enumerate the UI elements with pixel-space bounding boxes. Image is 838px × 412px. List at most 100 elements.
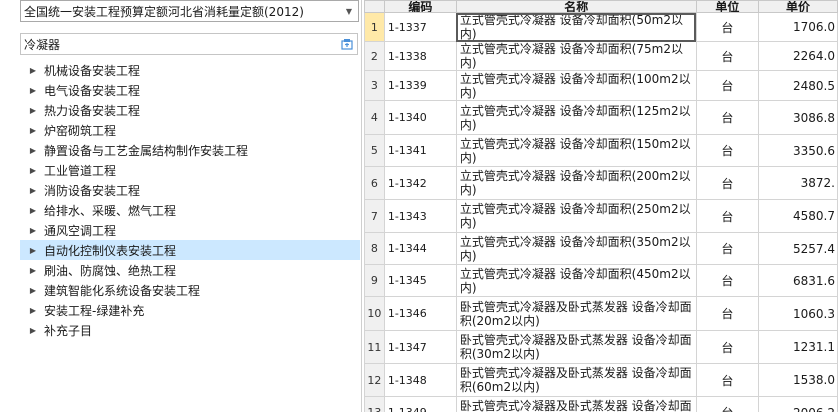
unit-cell[interactable]: 台: [695, 264, 760, 297]
table-row[interactable]: 11 1-1347 卧式管壳式冷凝器及卧式蒸发器 设备冷却面积(30m2以内) 台 12…: [364, 330, 838, 364]
unit-cell[interactable]: 台: [695, 100, 760, 135]
price-cell[interactable]: 6831.6: [758, 264, 838, 297]
table-row[interactable]: 2 1-1338 立式管壳式冷凝器 设备冷却面积(75m2以内) 台 2264.0: [364, 41, 838, 71]
quota-name-cell[interactable]: 立式管壳式冷凝器 设备冷却面积(200m2以内): [455, 166, 697, 200]
quota-name-cell[interactable]: 立式管壳式冷凝器 设备冷却面积(50m2以内): [455, 12, 697, 42]
table-row[interactable]: 12 1-1348 卧式管壳式冷凝器及卧式蒸发器 设备冷却面积(60m2以内) 台 15…: [364, 363, 838, 397]
table-row[interactable]: 3 1-1339 立式管壳式冷凝器 设备冷却面积(100m2以内) 台 2480.5: [364, 70, 838, 101]
quota-code-cell[interactable]: 1-1344: [383, 232, 457, 265]
table-row[interactable]: 8 1-1344 立式管壳式冷凝器 设备冷却面积(350m2以内) 台 5257.4: [364, 232, 838, 265]
tree-item[interactable]: ▶ 建筑智能化系统设备安装工程: [20, 280, 360, 300]
quota-name-cell[interactable]: 立式管壳式冷凝器 设备冷却面积(125m2以内): [455, 100, 697, 135]
quota-name-cell[interactable]: 立式管壳式冷凝器 设备冷却面积(100m2以内): [455, 70, 697, 101]
expand-arrow-icon[interactable]: ▶: [20, 166, 42, 175]
quota-code-cell[interactable]: 1-1348: [383, 363, 457, 397]
quota-code-cell[interactable]: 1-1349: [383, 396, 457, 412]
tree-item[interactable]: ▶ 通风空调工程: [20, 220, 360, 240]
quota-name-cell[interactable]: 立式管壳式冷凝器 设备冷却面积(75m2以内): [455, 41, 697, 71]
price-cell[interactable]: 1538.0: [758, 363, 838, 397]
expand-arrow-icon[interactable]: ▶: [20, 106, 42, 115]
quota-name-cell[interactable]: 卧式管壳式冷凝器及卧式蒸发器 设备冷却面积(30m2以内): [455, 330, 697, 364]
table-row[interactable]: 5 1-1341 立式管壳式冷凝器 设备冷却面积(150m2以内) 台 3350.6: [364, 134, 838, 167]
row-number[interactable]: 10: [364, 296, 385, 331]
tree-item[interactable]: ▶ 机械设备安装工程: [20, 60, 360, 80]
unit-cell[interactable]: 台: [695, 166, 760, 200]
header-name[interactable]: 名称: [455, 0, 697, 13]
unit-cell[interactable]: 台: [695, 330, 760, 364]
row-number[interactable]: 6: [364, 166, 385, 200]
expand-arrow-icon[interactable]: ▶: [20, 66, 42, 75]
quota-name-cell[interactable]: 卧式管壳式冷凝器及卧式蒸发器 设备冷却面积(80m2以内): [455, 396, 697, 412]
row-number[interactable]: 2: [364, 41, 385, 71]
tree-item[interactable]: ▶ 工业管道工程: [20, 160, 360, 180]
tree-item[interactable]: ▶ 热力设备安装工程: [20, 100, 360, 120]
tree-item[interactable]: ▶ 补充子目: [20, 320, 360, 340]
quota-code-cell[interactable]: 1-1342: [383, 166, 457, 200]
row-number[interactable]: 11: [364, 330, 385, 364]
row-number[interactable]: 4: [364, 100, 385, 135]
quota-name-cell[interactable]: 立式管壳式冷凝器 设备冷却面积(450m2以内): [455, 264, 697, 297]
table-row[interactable]: 6 1-1342 立式管壳式冷凝器 设备冷却面积(200m2以内) 台 3872.: [364, 166, 838, 200]
quota-name-cell[interactable]: 卧式管壳式冷凝器及卧式蒸发器 设备冷却面积(60m2以内): [455, 363, 697, 397]
row-number[interactable]: 8: [364, 232, 385, 265]
expand-arrow-icon[interactable]: ▶: [20, 266, 42, 275]
price-cell[interactable]: 2480.5: [758, 70, 838, 101]
quota-library-dropdown[interactable]: 全国统一安装工程预算定额河北省消耗量定额(2012) ▼: [20, 0, 359, 22]
unit-cell[interactable]: 台: [695, 70, 760, 101]
tree-item[interactable]: ▶ 安装工程-绿建补充: [20, 300, 360, 320]
table-row[interactable]: 1 1-1337 立式管壳式冷凝器 设备冷却面积(50m2以内) 台 1706.0: [364, 12, 838, 42]
tree-item[interactable]: ▶ 刷油、防腐蚀、绝热工程: [20, 260, 360, 280]
quota-name-cell[interactable]: 立式管壳式冷凝器 设备冷却面积(150m2以内): [455, 134, 697, 167]
header-unit[interactable]: 单位: [695, 0, 760, 13]
quota-code-cell[interactable]: 1-1345: [383, 264, 457, 297]
price-cell[interactable]: 4580.7: [758, 199, 838, 233]
price-cell[interactable]: 1706.0: [758, 12, 838, 42]
unit-cell[interactable]: 台: [695, 134, 760, 167]
tree-item[interactable]: ▶ 电气设备安装工程: [20, 80, 360, 100]
row-number[interactable]: 5: [364, 134, 385, 167]
price-cell[interactable]: 1060.3: [758, 296, 838, 331]
tree-item[interactable]: ▶ 静置设备与工艺金属结构制作安装工程: [20, 140, 360, 160]
header-code[interactable]: 编码: [383, 0, 457, 13]
tree-item[interactable]: ▶ 炉窑砌筑工程: [20, 120, 360, 140]
quota-name-cell[interactable]: 立式管壳式冷凝器 设备冷却面积(250m2以内): [455, 199, 697, 233]
quota-code-cell[interactable]: 1-1338: [383, 41, 457, 71]
table-row[interactable]: 7 1-1343 立式管壳式冷凝器 设备冷却面积(250m2以内) 台 4580.7: [364, 199, 838, 233]
price-cell[interactable]: 2264.0: [758, 41, 838, 71]
row-number[interactable]: 7: [364, 199, 385, 233]
quota-code-cell[interactable]: 1-1337: [383, 12, 457, 42]
quota-code-cell[interactable]: 1-1346: [383, 296, 457, 331]
unit-cell[interactable]: 台: [695, 232, 760, 265]
row-number[interactable]: 9: [364, 264, 385, 297]
expand-arrow-icon[interactable]: ▶: [20, 186, 42, 195]
unit-cell[interactable]: 台: [695, 41, 760, 71]
chevron-down-icon[interactable]: ▼: [340, 1, 358, 21]
expand-arrow-icon[interactable]: ▶: [20, 206, 42, 215]
unit-cell[interactable]: 台: [695, 363, 760, 397]
unit-cell[interactable]: 台: [695, 199, 760, 233]
filter-icon[interactable]: [337, 34, 357, 54]
search-input[interactable]: 冷凝器: [20, 33, 358, 55]
row-number[interactable]: 12: [364, 363, 385, 397]
row-number[interactable]: 3: [364, 70, 385, 101]
table-row[interactable]: 131-1349卧式管壳式冷凝器及卧式蒸发器 设备冷却面积(80m2以内)台20…: [364, 396, 838, 412]
tree-item[interactable]: ▶ 给排水、采暖、燃气工程: [20, 200, 360, 220]
quota-code-cell[interactable]: 1-1341: [383, 134, 457, 167]
price-cell[interactable]: 3350.6: [758, 134, 838, 167]
quota-name-cell[interactable]: 卧式管壳式冷凝器及卧式蒸发器 设备冷却面积(20m2以内): [455, 296, 697, 331]
price-cell[interactable]: 2006.2: [758, 396, 838, 412]
table-row[interactable]: 9 1-1345 立式管壳式冷凝器 设备冷却面积(450m2以内) 台 6831.6: [364, 264, 838, 297]
quota-code-cell[interactable]: 1-1340: [383, 100, 457, 135]
quota-name-cell[interactable]: 立式管壳式冷凝器 设备冷却面积(350m2以内): [455, 232, 697, 265]
row-number[interactable]: 13: [364, 396, 385, 412]
price-cell[interactable]: 3872.: [758, 166, 838, 200]
price-cell[interactable]: 1231.1: [758, 330, 838, 364]
expand-arrow-icon[interactable]: ▶: [20, 226, 42, 235]
expand-arrow-icon[interactable]: ▶: [20, 326, 42, 335]
header-price[interactable]: 单价: [758, 0, 838, 13]
expand-arrow-icon[interactable]: ▶: [20, 306, 42, 315]
unit-cell[interactable]: 台: [695, 12, 760, 42]
quota-code-cell[interactable]: 1-1343: [383, 199, 457, 233]
price-cell[interactable]: 3086.8: [758, 100, 838, 135]
price-cell[interactable]: 5257.4: [758, 232, 838, 265]
